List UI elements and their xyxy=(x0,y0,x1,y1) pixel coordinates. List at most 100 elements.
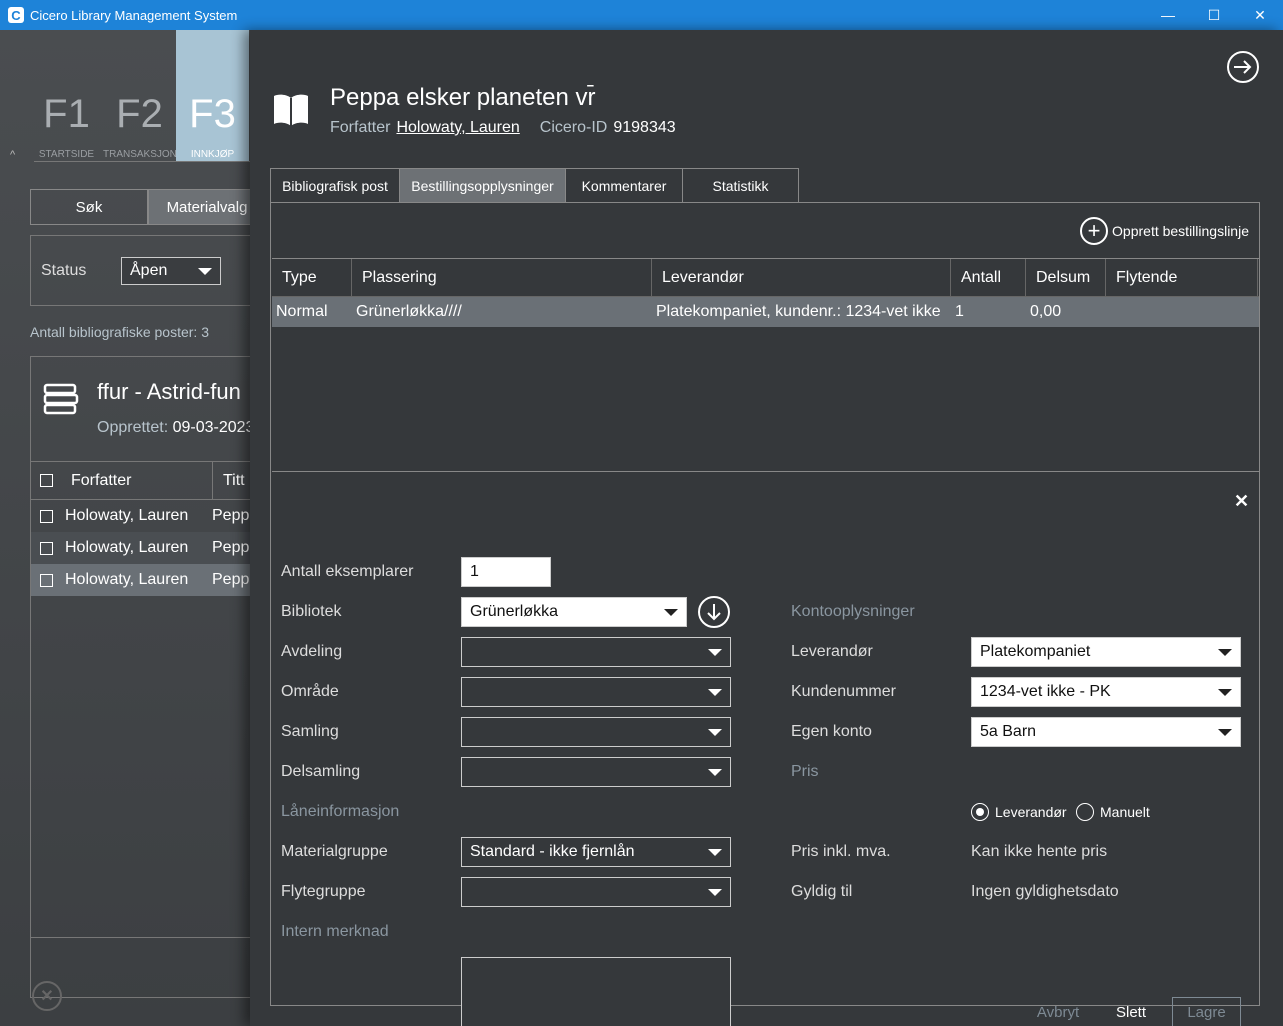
flytegruppe-label: Flytegruppe xyxy=(281,883,366,900)
antall-input[interactable]: 1 xyxy=(461,557,551,587)
avdeling-select[interactable] xyxy=(461,637,731,667)
delsamling-label: Delsamling xyxy=(281,763,361,780)
gyldig-value: Ingen gyldighetsdato xyxy=(971,883,1119,900)
materialgruppe-label: Materialgruppe xyxy=(281,843,388,860)
open-book-icon xyxy=(274,94,308,126)
fkey-innkjop[interactable]: F3 INNKJØP xyxy=(176,30,249,162)
laaninformasjon-heading: Låneinformasjon xyxy=(281,803,400,820)
close-window-button[interactable]: ✕ xyxy=(1237,0,1283,30)
collapse-caret-icon[interactable]: ^ xyxy=(10,149,15,161)
window-title: Cicero Library Management System xyxy=(30,7,238,23)
chevron-down-icon xyxy=(1218,729,1232,736)
close-form-icon[interactable]: ✕ xyxy=(1234,491,1249,512)
arrow-down-circle-icon[interactable] xyxy=(698,596,730,628)
kundenummer-label: Kundenummer xyxy=(791,683,896,700)
left-pane: ^ F1 STARTSIDE F2 TRANSAKSJON F3 INNKJØP… xyxy=(0,30,250,1026)
chevron-down-icon xyxy=(664,609,678,616)
kundenummer-select[interactable]: 1234-vet ikke - PK xyxy=(971,677,1241,707)
chevron-down-icon xyxy=(708,769,722,776)
col-flytende[interactable]: Flytende xyxy=(1106,259,1258,296)
status-label: Status xyxy=(41,262,87,279)
table-row[interactable]: Normal Grünerløkka//// Platekompaniet, k… xyxy=(272,297,1259,327)
order-content: + Opprett bestillingslinje Type Plasseri… xyxy=(270,202,1260,1026)
arrow-right-icon[interactable] xyxy=(1227,51,1259,83)
intern-merknad-textarea[interactable] xyxy=(461,957,731,1026)
slett-button[interactable]: Slett xyxy=(1101,997,1161,1026)
col-leverandor[interactable]: Leverandør xyxy=(652,259,951,296)
flytegruppe-select[interactable] xyxy=(461,877,731,907)
author-link[interactable]: Holowaty, Lauren xyxy=(396,119,519,136)
avdeling-label: Avdeling xyxy=(281,643,343,660)
table-footer-divider xyxy=(31,937,250,938)
leverandor-select[interactable]: Platekompaniet xyxy=(971,637,1241,667)
cicero-id: 9198343 xyxy=(613,119,676,136)
radio-leverandor[interactable]: Leverandør xyxy=(971,803,1067,821)
page-title: Peppa elsker planeten vr̄ xyxy=(330,84,596,111)
kontooplysninger-heading: Kontooplysninger xyxy=(791,603,915,620)
record-title: ffur - Astrid-fun xyxy=(97,379,241,404)
record-table: Forfatter Titt Holowaty, Lauren Pepp Hol… xyxy=(30,461,250,998)
samling-label: Samling xyxy=(281,723,339,740)
lagre-button[interactable]: Lagre xyxy=(1172,997,1241,1026)
row-checkbox[interactable] xyxy=(39,541,53,555)
app-logo-icon: C xyxy=(8,7,24,23)
materialgruppe-select[interactable]: Standard - ikke fjernlån xyxy=(461,837,731,867)
table-row[interactable]: Holowaty, Lauren Pepp xyxy=(31,500,250,532)
omrade-label: Område xyxy=(281,683,339,700)
maximize-button[interactable]: ☐ xyxy=(1191,0,1237,30)
tab-kommentarer[interactable]: Kommentarer xyxy=(565,168,682,203)
pris-value: Kan ikke hente pris xyxy=(971,843,1108,860)
delsamling-select[interactable] xyxy=(461,757,731,787)
chevron-down-icon xyxy=(708,849,722,856)
title-meta: Forfatter Holowaty, Lauren Cicero-ID 919834… xyxy=(330,119,676,136)
intern-merknad-heading: Intern merknad xyxy=(281,923,389,940)
books-stack-icon xyxy=(43,383,79,415)
create-order-line-button[interactable]: + Opprett bestillingslinje xyxy=(1080,217,1249,245)
radio-unselected-icon xyxy=(1076,803,1094,821)
col-plassering[interactable]: Plassering xyxy=(352,259,652,296)
status-select[interactable]: Åpen xyxy=(121,257,221,285)
avbryt-button[interactable]: Avbryt xyxy=(1023,997,1093,1026)
record-card[interactable]: ffur - Astrid-fun Opprettet: 09-03-2023 xyxy=(30,356,250,461)
egenkonto-select[interactable]: 5a Barn xyxy=(971,717,1241,747)
fkey-startside[interactable]: F1 STARTSIDE xyxy=(30,30,103,162)
row-checkbox[interactable] xyxy=(39,573,53,587)
tab-bestillingsopplysninger[interactable]: Bestillingsopplysninger xyxy=(399,168,565,203)
leverandor-label: Leverandør xyxy=(791,643,873,660)
tab-materialvalg[interactable]: Materialvalg xyxy=(148,189,250,225)
antall-label: Antall eksemplarer xyxy=(281,563,414,580)
col-forfatter[interactable]: Forfatter xyxy=(61,461,213,500)
close-circle-icon[interactable]: ✕ xyxy=(32,981,62,1011)
minimize-button[interactable]: — xyxy=(1145,0,1191,30)
col-type[interactable]: Type xyxy=(272,259,352,296)
tab-bibliografisk-post[interactable]: Bibliografisk post xyxy=(270,168,399,203)
table-row[interactable]: Holowaty, Lauren Pepp xyxy=(31,532,250,564)
radio-manuelt[interactable]: Manuelt xyxy=(1076,803,1150,821)
detail-tabs: Bibliografisk post Bestillingsopplysning… xyxy=(270,168,799,203)
fkey-divider xyxy=(34,161,250,162)
chevron-down-icon xyxy=(708,889,722,896)
tab-sok[interactable]: Søk xyxy=(30,189,148,225)
chevron-down-icon xyxy=(708,689,722,696)
chevron-down-icon xyxy=(1218,649,1232,656)
title-bar: C Cicero Library Management System — ☐ ✕ xyxy=(0,0,1283,30)
bibliotek-select[interactable]: Grünerløkka xyxy=(461,597,687,627)
row-checkbox[interactable] xyxy=(39,509,53,523)
gyldig-label: Gyldig til xyxy=(791,883,853,900)
status-filter: Status Åpen xyxy=(30,235,250,306)
detail-panel: Peppa elsker planeten vr̄ Forfatter Holow… xyxy=(250,30,1283,1026)
select-all-checkbox[interactable] xyxy=(39,474,53,487)
col-delsum[interactable]: Delsum xyxy=(1026,259,1106,296)
chevron-down-icon xyxy=(1218,689,1232,696)
record-count: Antall bibliografiske poster: 3 xyxy=(30,324,209,340)
tab-statistikk[interactable]: Statistikk xyxy=(682,168,799,203)
table-row[interactable]: Holowaty, Lauren Pepp xyxy=(31,564,250,596)
fkey-transaksjon[interactable]: F2 TRANSAKSJON xyxy=(103,30,177,162)
col-antall[interactable]: Antall xyxy=(951,259,1026,296)
samling-select[interactable] xyxy=(461,717,731,747)
bibliotek-label: Bibliotek xyxy=(281,603,342,620)
chevron-down-icon xyxy=(708,729,722,736)
col-tittel[interactable]: Titt xyxy=(213,472,245,490)
omrade-select[interactable] xyxy=(461,677,731,707)
pris-heading: Pris xyxy=(791,763,819,780)
